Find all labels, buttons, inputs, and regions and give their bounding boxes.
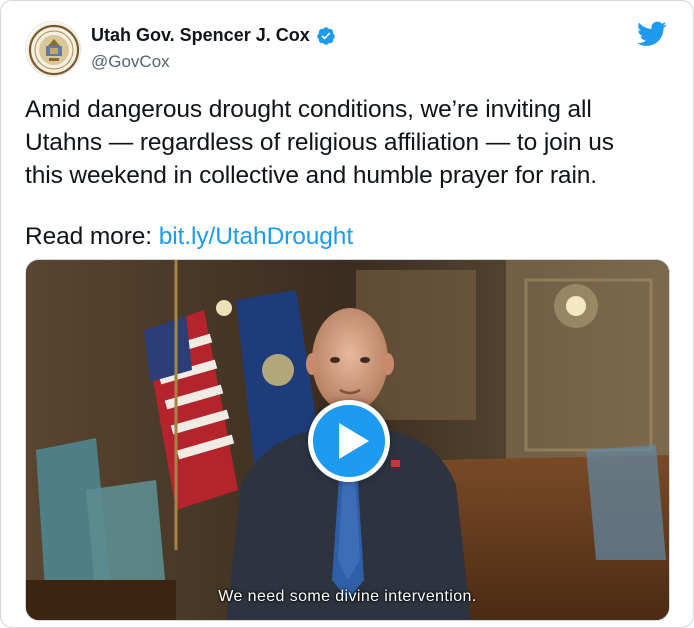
- verified-badge-icon: [316, 26, 335, 45]
- read-more-label: Read more:: [25, 223, 153, 250]
- tweet-line: Amid dangerous drought conditions, we’re…: [25, 96, 592, 123]
- video-player[interactable]: We need some divine intervention.: [25, 259, 670, 621]
- tweet-header: Utah Gov. Spencer J. Cox @GovCox: [25, 19, 669, 79]
- video-caption: We need some divine intervention.: [218, 588, 477, 605]
- tweet-card[interactable]: Utah Gov. Spencer J. Cox @GovCox Amid da…: [0, 0, 694, 628]
- tweet-link[interactable]: bit.ly/UtahDrought: [159, 223, 353, 250]
- utah-seal-icon: [27, 23, 80, 76]
- twitter-bird-icon[interactable]: [637, 21, 667, 47]
- avatar[interactable]: [25, 21, 81, 77]
- tweet-text: Amid dangerous drought conditions, we’re…: [25, 93, 673, 253]
- display-name[interactable]: Utah Gov. Spencer J. Cox: [91, 25, 310, 46]
- handle[interactable]: @GovCox: [91, 52, 336, 72]
- tweet-line: Utahns — regardless of religious affilia…: [25, 129, 614, 156]
- play-button[interactable]: [308, 400, 390, 482]
- play-icon: [339, 423, 369, 459]
- tweet-line: this weekend in collective and humble pr…: [25, 162, 598, 189]
